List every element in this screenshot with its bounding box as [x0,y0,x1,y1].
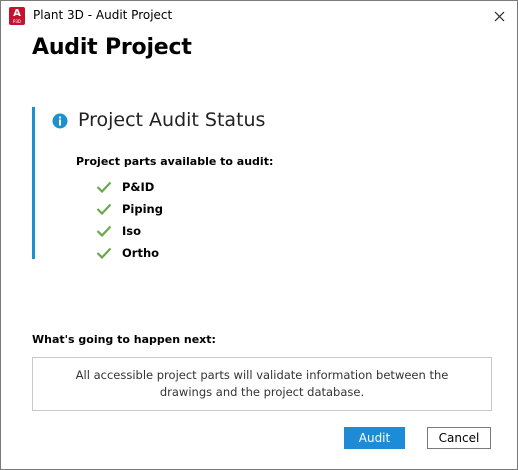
whats-next-label: What's going to happen next: [32,333,216,346]
list-item: P&ID [96,176,163,198]
autocad-plant3d-app-icon: A P3D [9,7,25,25]
close-button[interactable] [481,1,517,31]
window-title: Plant 3D - Audit Project [33,8,173,22]
cancel-button[interactable]: Cancel [427,427,491,449]
check-icon [96,225,112,237]
part-label: P&ID [122,180,155,194]
audit-project-dialog: A P3D Plant 3D - Audit Project Audit Pro… [0,0,518,470]
part-label: Iso [122,224,142,238]
app-icon-sub: P3D [12,19,22,24]
check-icon [96,203,112,215]
status-title: Project Audit Status [78,109,266,131]
project-parts-list: P&ID Piping Iso Ortho [96,176,163,264]
part-label: Ortho [122,246,160,260]
dialog-heading: Audit Project [32,35,192,60]
info-icon [52,113,68,129]
whats-next-description-box: All accessible project parts will valida… [32,357,492,411]
check-icon [96,181,112,193]
app-icon-letter: A [13,8,21,19]
list-item: Ortho [96,242,163,264]
title-bar[interactable]: A P3D Plant 3D - Audit Project [1,1,517,31]
part-label: Piping [122,202,163,216]
whats-next-description: All accessible project parts will valida… [75,368,449,399]
parts-available-label: Project parts available to audit: [76,155,274,168]
check-icon [96,247,112,259]
close-icon [494,11,504,21]
audit-button[interactable]: Audit [344,427,405,449]
project-audit-status-panel: Project Audit Status Project parts avail… [32,107,475,260]
list-item: Iso [96,220,163,242]
list-item: Piping [96,198,163,220]
